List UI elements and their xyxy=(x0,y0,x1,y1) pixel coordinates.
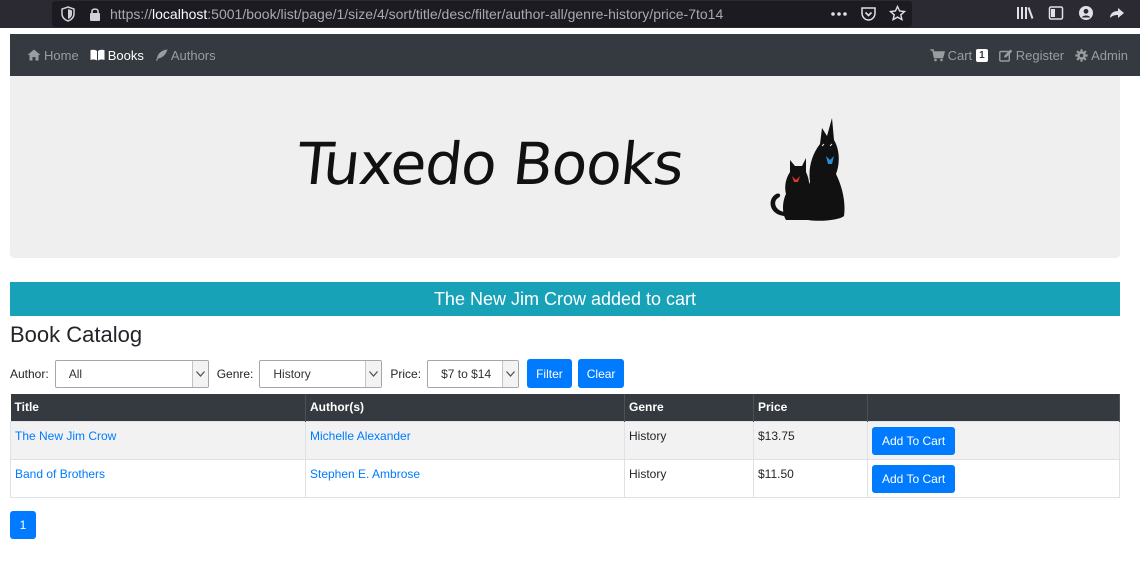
bookmark-star-icon[interactable] xyxy=(889,5,906,22)
brand-logo-text: Tuxedo Books xyxy=(294,130,687,198)
price-cell: $13.75 xyxy=(753,420,868,460)
price-select[interactable]: $7 to $14 xyxy=(427,359,520,388)
tuxedo-cats-logo-icon xyxy=(770,118,845,221)
table-header-row: Title Author(s) Genre Price xyxy=(10,394,1120,421)
add-to-cart-button[interactable]: Add To Cart xyxy=(872,464,956,493)
add-to-cart-button[interactable]: Add To Cart xyxy=(872,426,956,455)
cart-count-badge: 1 xyxy=(976,48,988,62)
url-text[interactable]: https://localhost:5001/book/list/page/1/… xyxy=(110,6,723,22)
lock-icon[interactable] xyxy=(88,6,102,22)
address-bar[interactable]: https://localhost:5001/book/list/page/1/… xyxy=(52,1,912,27)
edit-icon xyxy=(998,49,1013,62)
main-navbar: Home Books Authors Cart 1 Register Admin xyxy=(10,34,1140,76)
book-table: Title Author(s) Genre Price The New Jim … xyxy=(10,394,1120,498)
price-cell: $11.50 xyxy=(753,458,868,498)
open-book-icon xyxy=(90,49,105,61)
nav-home[interactable]: Home xyxy=(27,48,79,63)
genre-filter-label: Genre: xyxy=(216,366,254,381)
book-title-link[interactable]: Band of Brothers xyxy=(15,467,105,481)
table-row: Band of Brothers Stephen E. Ambrose Hist… xyxy=(10,458,1120,498)
gear-icon xyxy=(1075,48,1088,62)
genre-cell: History xyxy=(624,420,754,460)
filter-bar: Author: All Genre: History Price: $7 to … xyxy=(10,359,630,388)
genre-cell: History xyxy=(624,458,754,498)
library-icon[interactable] xyxy=(1016,5,1034,21)
column-header-actions xyxy=(867,394,1120,421)
nav-authors[interactable]: Authors xyxy=(155,48,216,63)
hero-banner: Tuxedo Books xyxy=(10,76,1120,258)
clear-button[interactable]: Clear xyxy=(577,359,625,388)
table-row: The New Jim Crow Michelle Alexander Hist… xyxy=(10,420,1120,460)
column-header-price[interactable]: Price xyxy=(753,394,868,421)
pocket-icon[interactable] xyxy=(860,6,877,22)
sidebar-icon[interactable] xyxy=(1048,5,1064,21)
browser-toolbar: https://localhost:5001/book/list/page/1/… xyxy=(0,0,1140,28)
shopping-cart-icon xyxy=(930,48,945,61)
cart-added-alert: The New Jim Crow added to cart xyxy=(10,282,1120,316)
author-link[interactable]: Michelle Alexander xyxy=(310,429,411,443)
nav-admin[interactable]: Admin xyxy=(1075,48,1128,63)
column-header-genre[interactable]: Genre xyxy=(624,394,754,421)
column-header-title[interactable]: Title xyxy=(10,394,306,421)
account-icon[interactable] xyxy=(1078,5,1094,21)
home-icon xyxy=(27,49,41,61)
author-select[interactable]: All xyxy=(54,359,209,388)
nav-register[interactable]: Register xyxy=(998,48,1064,63)
author-filter-label: Author: xyxy=(10,366,49,381)
pagination-page-button[interactable]: 1 xyxy=(10,511,36,539)
book-title-link[interactable]: The New Jim Crow xyxy=(15,429,116,443)
author-link[interactable]: Stephen E. Ambrose xyxy=(310,467,420,481)
genre-select[interactable]: History xyxy=(259,359,383,388)
extensions-icon[interactable] xyxy=(1108,5,1126,21)
page-title: Book Catalog xyxy=(10,322,143,347)
chevron-down-icon xyxy=(506,370,516,377)
filter-button[interactable]: Filter xyxy=(527,359,572,388)
chevron-down-icon xyxy=(195,370,205,377)
more-actions-icon[interactable] xyxy=(830,6,848,22)
feather-icon xyxy=(155,49,168,61)
price-filter-label: Price: xyxy=(390,366,422,381)
chevron-down-icon xyxy=(369,370,379,377)
nav-books[interactable]: Books xyxy=(90,48,144,63)
nav-cart[interactable]: Cart 1 xyxy=(930,48,988,63)
column-header-authors[interactable]: Author(s) xyxy=(305,394,625,421)
shield-icon[interactable] xyxy=(60,6,76,22)
